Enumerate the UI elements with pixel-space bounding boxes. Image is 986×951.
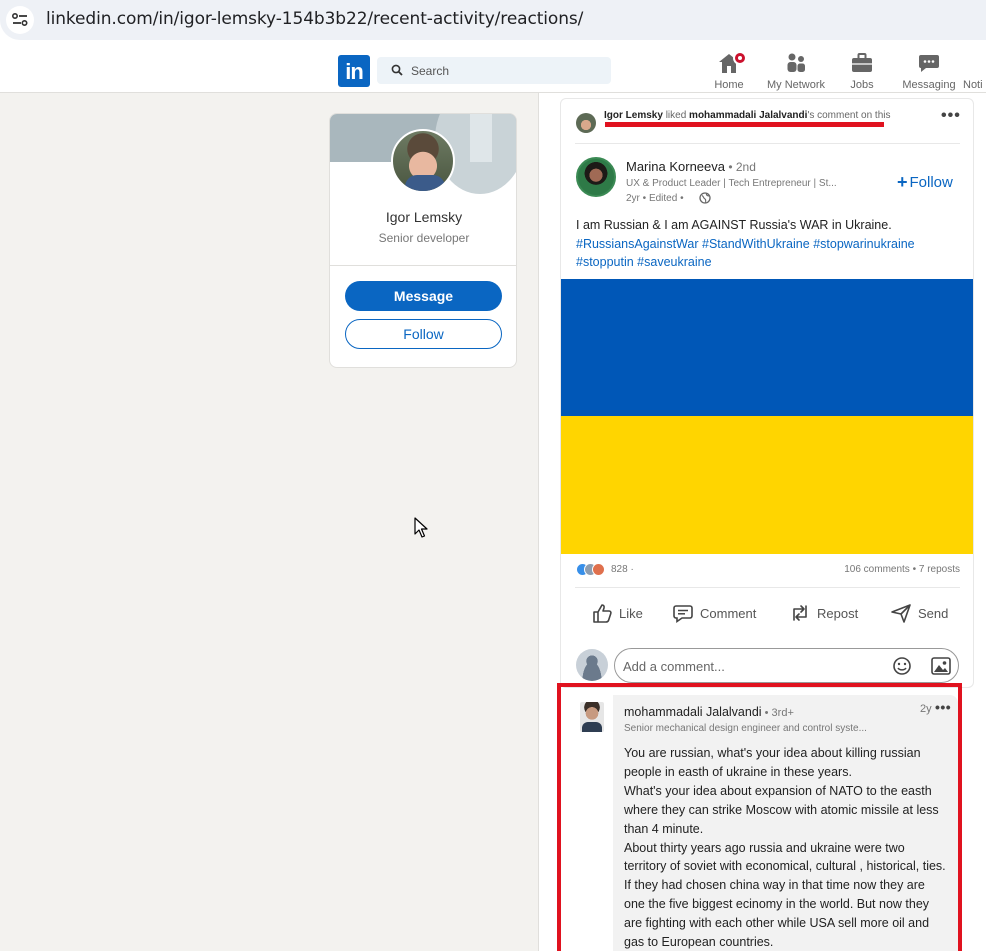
send-label: Send — [918, 606, 949, 621]
reaction-icons[interactable] — [576, 563, 610, 577]
activity-target[interactable]: mohammadali Jalalvandi — [689, 110, 807, 121]
red-highlight-box-annotation — [557, 683, 962, 951]
message-button[interactable]: Message — [345, 281, 502, 311]
chat-icon — [917, 52, 941, 74]
follow-author-label: Follow — [909, 174, 953, 191]
nav-jobs[interactable]: Jobs — [848, 52, 876, 92]
nav-my-network[interactable]: My Network — [764, 52, 828, 92]
flag-blue-stripe — [561, 279, 973, 416]
repost-button[interactable]: Repost — [789, 602, 861, 626]
my-avatar — [576, 649, 608, 681]
emoji-icon[interactable] — [892, 656, 912, 676]
home-icon — [717, 51, 747, 74]
people-icon — [784, 52, 808, 74]
follow-author-link[interactable]: + Follow — [897, 172, 953, 193]
comment-label: Comment — [700, 606, 757, 621]
image-icon[interactable] — [931, 657, 951, 675]
profile-card: Igor Lemsky Senior developer Message Fol… — [329, 113, 517, 368]
post-text-line: I am Russian & I am AGAINST Russia's WAR… — [576, 218, 892, 232]
profile-name[interactable]: Igor Lemsky — [330, 209, 516, 225]
search-input[interactable] — [411, 61, 601, 81]
like-label: Like — [619, 606, 643, 621]
love-reaction-icon — [592, 563, 605, 576]
nav-home[interactable]: Home — [713, 51, 747, 92]
like-button[interactable]: Like — [591, 602, 651, 626]
linkedin-navbar: in Home My Network Jobs Messaging Noti — [0, 48, 986, 93]
comment-button[interactable]: Comment — [672, 602, 762, 626]
post-text: I am Russian & I am AGAINST Russia's WAR… — [576, 216, 966, 272]
comment-input-box[interactable] — [614, 648, 959, 683]
send-icon — [891, 604, 911, 623]
hashtag[interactable]: #stopputin — [576, 255, 634, 269]
comment-input[interactable] — [623, 656, 883, 676]
ukraine-flag-image[interactable] — [561, 279, 973, 554]
hashtag[interactable]: #stopwarinukraine — [813, 237, 914, 251]
post-author-headline: UX & Product Leader | Tech Entrepreneur … — [626, 178, 837, 189]
hashtag[interactable]: #RussiansAgainstWar — [576, 237, 699, 251]
search-icon — [391, 64, 403, 76]
flag-yellow-stripe — [561, 416, 973, 554]
reaction-count[interactable]: 828 · — [611, 564, 634, 575]
browser-toolbar: linkedin.com/in/igor-lemsky-154b3b22/rec… — [0, 0, 986, 48]
hashtag[interactable]: #saveukraine — [637, 255, 711, 269]
nav-my-network-label: My Network — [766, 79, 826, 91]
nav-notifications-label: Noti — [963, 79, 983, 91]
post-author-name-text[interactable]: Marina Korneeva — [626, 159, 725, 174]
bell-icon — [963, 52, 986, 74]
activity-actor[interactable]: Igor Lemsky — [604, 110, 663, 121]
hashtag[interactable]: #StandWithUkraine — [702, 237, 810, 251]
activity-actor-avatar[interactable] — [576, 113, 596, 133]
repost-icon — [793, 605, 807, 621]
briefcase-icon — [850, 52, 874, 74]
comments-reposts-count[interactable]: 106 comments • 7 reposts — [844, 564, 960, 575]
divider — [330, 265, 516, 266]
profile-title: Senior developer — [378, 231, 470, 245]
site-info-icon[interactable] — [6, 6, 34, 34]
linkedin-logo-icon[interactable]: in — [338, 55, 370, 87]
address-bar[interactable]: linkedin.com/in/igor-lemsky-154b3b22/rec… — [0, 0, 986, 40]
repost-label: Repost — [817, 606, 859, 621]
nav-notifications[interactable]: Noti — [963, 52, 986, 92]
social-counts: 828 · 106 comments • 7 reposts — [576, 562, 960, 578]
like-icon — [593, 604, 612, 623]
plus-icon: + — [897, 172, 908, 192]
post-card: Igor Lemsky liked mohammadali Jalalvandi… — [560, 98, 974, 688]
nav-home-label: Home — [714, 79, 744, 91]
notification-badge — [733, 51, 747, 65]
activity-header: Igor Lemsky liked mohammadali Jalalvandi… — [604, 109, 904, 123]
post-author-name[interactable]: Marina Korneeva • 2nd — [626, 159, 756, 174]
nav-messaging-label: Messaging — [902, 79, 956, 91]
activity-verb: liked — [662, 110, 690, 121]
comment-icon — [673, 605, 693, 624]
divider — [575, 143, 960, 144]
divider — [575, 587, 960, 588]
post-meta: 2yr • Edited • — [626, 193, 684, 204]
follow-button[interactable]: Follow — [345, 319, 502, 349]
nav-messaging[interactable]: Messaging — [901, 52, 957, 92]
profile-avatar[interactable] — [391, 129, 455, 193]
red-underline-annotation — [605, 122, 884, 127]
activity-suffix: 's comment on this — [807, 110, 891, 121]
url-text[interactable]: linkedin.com/in/igor-lemsky-154b3b22/rec… — [46, 9, 583, 29]
nav-jobs-label: Jobs — [850, 79, 874, 91]
globe-icon — [699, 192, 711, 204]
more-options-icon[interactable]: ••• — [941, 107, 961, 125]
send-button[interactable]: Send — [890, 602, 950, 626]
post-author-degree: • 2nd — [725, 160, 756, 174]
mouse-cursor-icon — [414, 517, 428, 538]
post-author-avatar[interactable] — [576, 157, 616, 197]
search-box[interactable] — [377, 57, 611, 84]
